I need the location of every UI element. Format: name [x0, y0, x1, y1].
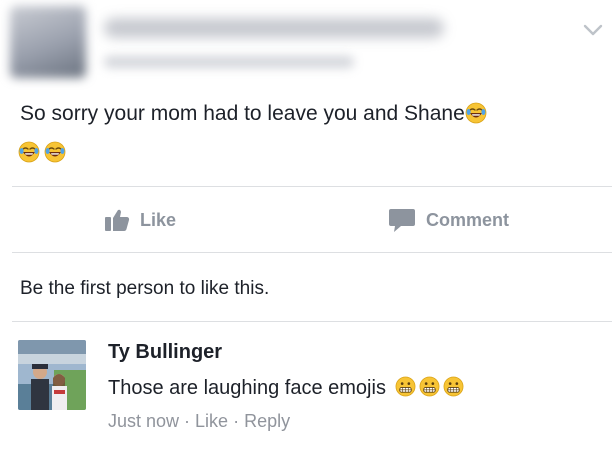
crying-laughing-face-icon [18, 141, 40, 163]
comment-author-avatar[interactable] [18, 340, 86, 410]
crying-laughing-face-icon [465, 102, 487, 124]
comment-reply-link[interactable]: Reply [244, 411, 290, 431]
post-emoji-row [18, 141, 70, 165]
post-text-content: So sorry your mom had to leave you and S… [20, 102, 465, 125]
grimacing-face-icon [443, 376, 464, 397]
thumbs-up-icon [105, 209, 130, 231]
divider [12, 186, 612, 187]
like-button[interactable]: Like [104, 203, 176, 237]
comment-author-name[interactable]: Ty Bullinger [108, 341, 222, 364]
post-meta-blurred [104, 56, 354, 68]
likes-summary: Be the first person to like this. [20, 278, 270, 299]
divider [12, 321, 612, 322]
post-text: So sorry your mom had to leave you and S… [20, 100, 487, 128]
post-author-name-blurred[interactable] [104, 18, 444, 38]
post-author-avatar[interactable] [10, 6, 86, 78]
comment-button-label: Comment [426, 209, 510, 230]
grimacing-face-icon [419, 376, 440, 397]
divider [12, 252, 612, 253]
comment-text: Those are laughing face emojis [108, 376, 464, 400]
speech-bubble-icon [389, 209, 415, 232]
like-button-label: Like [140, 209, 177, 230]
separator-dot: · [184, 411, 191, 431]
chevron-down-icon[interactable] [582, 22, 604, 38]
comment-like-link[interactable]: Like [195, 411, 228, 431]
comment-button[interactable]: Comment [388, 203, 509, 237]
grimacing-face-icon [395, 376, 416, 397]
comment-timestamp[interactable]: Just now [108, 411, 179, 431]
separator-dot: · [233, 411, 240, 431]
comment-meta: Just now · Like · Reply [108, 411, 290, 432]
comment-text-content: Those are laughing face emojis [108, 377, 386, 399]
crying-laughing-face-icon [44, 141, 66, 163]
